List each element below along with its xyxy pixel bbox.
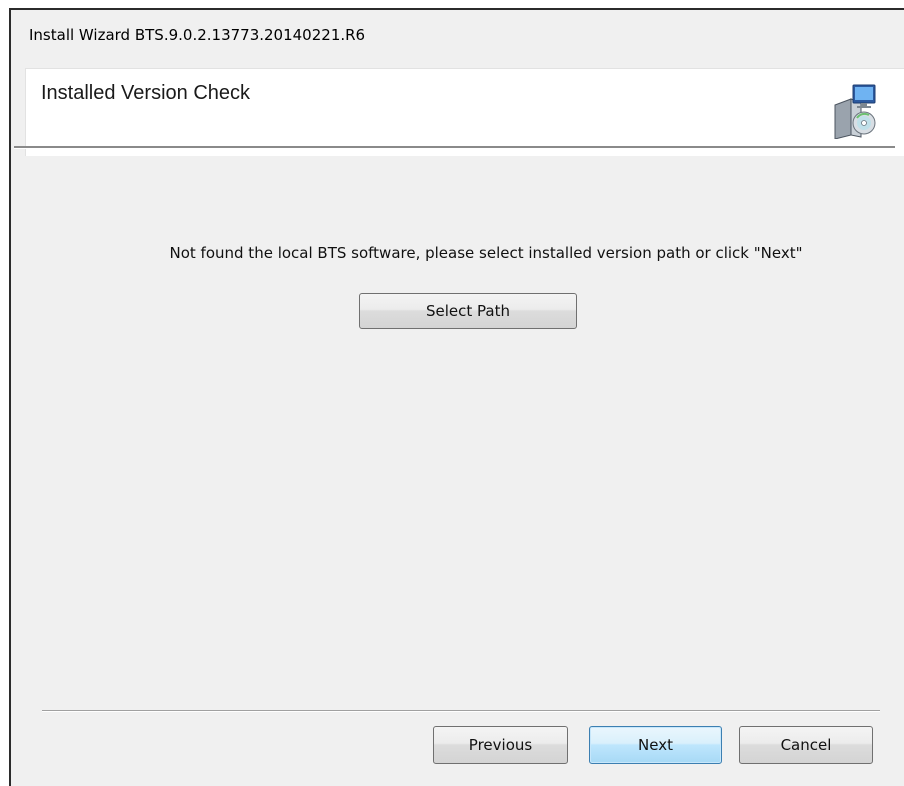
status-message: Not found the local BTS software, please… — [169, 244, 803, 262]
title-bar[interactable]: Install Wizard BTS.9.0.2.13773.20140221.… — [11, 10, 904, 52]
select-path-button[interactable]: Select Path — [359, 293, 577, 329]
previous-button[interactable]: Previous — [433, 726, 568, 764]
install-wizard-window: Install Wizard BTS.9.0.2.13773.20140221.… — [9, 8, 904, 786]
wizard-header: Installed Version Check — [25, 68, 904, 156]
footer-separator-highlight — [42, 711, 880, 712]
window-left-edge — [0, 0, 9, 786]
installer-setup-icon — [834, 84, 876, 139]
header-separator-highlight — [14, 148, 895, 149]
page-title: Installed Version Check — [41, 82, 251, 104]
next-button[interactable]: Next — [589, 726, 722, 764]
window-title: Install Wizard BTS.9.0.2.13773.20140221.… — [29, 26, 366, 44]
cancel-button[interactable]: Cancel — [739, 726, 873, 764]
